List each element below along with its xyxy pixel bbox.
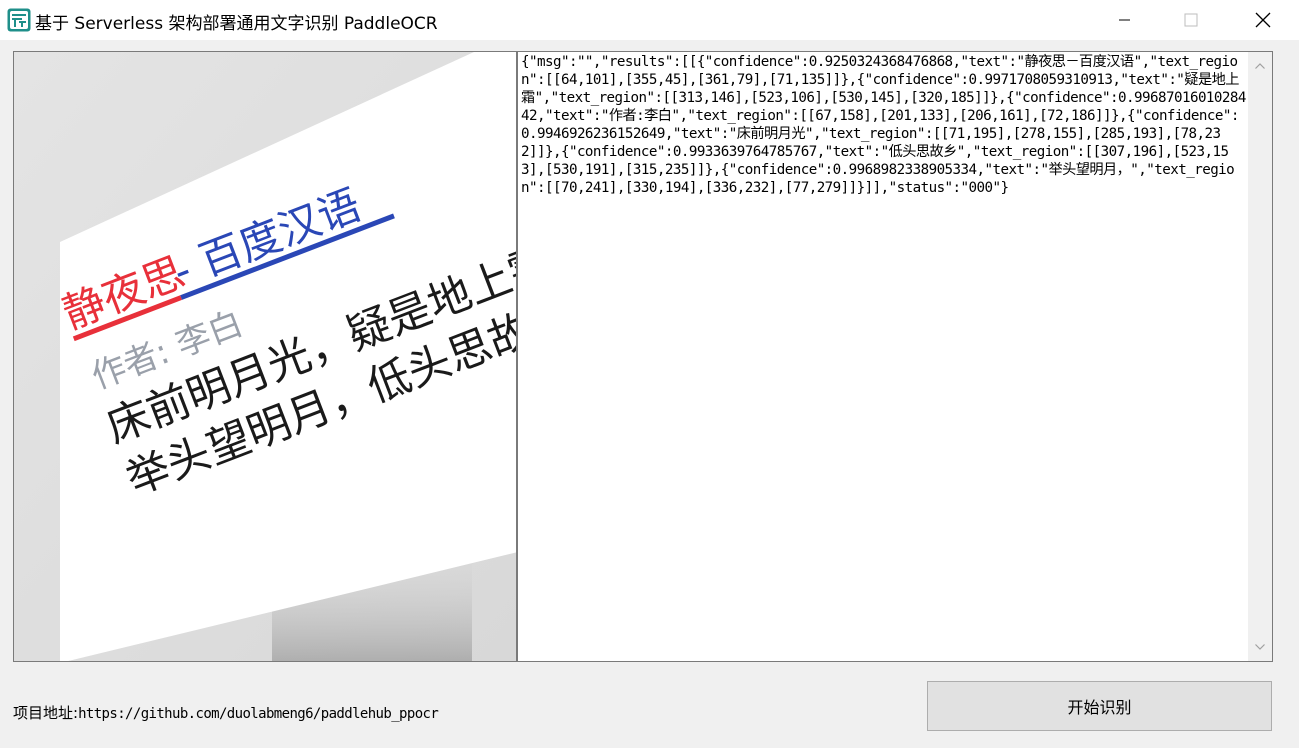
scroll-down-button[interactable]	[1248, 633, 1272, 661]
maximize-button[interactable]	[1168, 0, 1214, 40]
result-textbox[interactable]: {"msg":"","results":[[{"confidence":0.92…	[517, 51, 1273, 662]
chevron-up-icon	[1255, 63, 1265, 69]
minimize-icon	[1119, 19, 1130, 21]
scroll-up-button[interactable]	[1248, 52, 1272, 80]
minimize-button[interactable]	[1102, 0, 1148, 40]
project-url: https://github.com/duolabmeng6/paddlehub…	[78, 706, 439, 722]
maximize-icon	[1184, 13, 1198, 27]
project-address-label: 项目地址:https://github.com/duolabmeng6/padd…	[13, 702, 439, 723]
project-address-prefix: 项目地址:	[13, 704, 79, 722]
chevron-down-icon	[1255, 644, 1265, 650]
title-bar: 基于 Serverless 架构部署通用文字识别 PaddleOCR	[0, 0, 1299, 40]
window-title: 基于 Serverless 架构部署通用文字识别 PaddleOCR	[35, 14, 438, 34]
close-button[interactable]	[1240, 0, 1286, 40]
close-icon	[1255, 12, 1271, 28]
result-json-text: {"msg":"","results":[[{"confidence":0.92…	[521, 54, 1246, 196]
image-preview: 静夜思 - 百度汉语 作者: 李白 床前明月光，疑是地上霜。 举头望明月，低头思…	[13, 51, 517, 662]
start-recognition-button[interactable]: 开始识别	[927, 681, 1272, 731]
vertical-scrollbar[interactable]	[1248, 52, 1272, 661]
app-logo-icon	[7, 8, 31, 32]
